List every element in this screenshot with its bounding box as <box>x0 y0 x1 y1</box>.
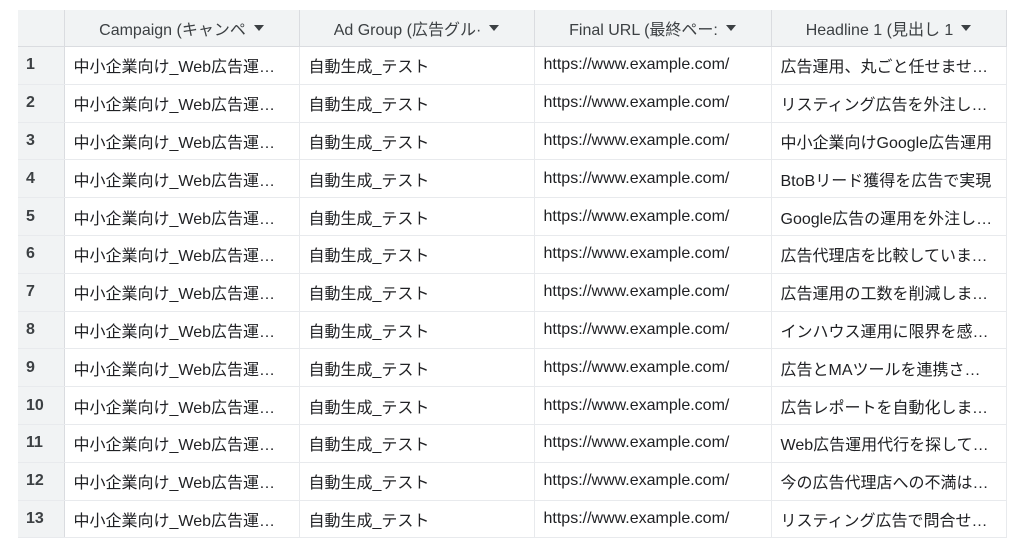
cell-headline-1[interactable]: 広告とMAツールを連携させよう <box>771 348 1007 388</box>
row-number[interactable]: 11 <box>18 424 65 463</box>
row-number[interactable]: 2 <box>18 84 65 123</box>
cell-final-url[interactable]: https://www.example.com/ <box>534 500 772 539</box>
row-number[interactable]: 13 <box>18 500 65 539</box>
table-row: 7 中小企業向け_Web広告運用代行 自動生成_テスト https://www.… <box>18 273 1007 312</box>
cell-final-url[interactable]: https://www.example.com/ <box>534 122 772 161</box>
cell-ad-group[interactable]: 自動生成_テスト <box>299 424 535 463</box>
cell-final-url[interactable]: https://www.example.com/ <box>534 386 772 425</box>
cell-campaign[interactable]: 中小企業向け_Web広告運用代行 <box>64 235 300 274</box>
cell-final-url[interactable]: https://www.example.com/ <box>534 46 772 85</box>
column-header-label: Ad Group (広告グル· <box>333 22 482 39</box>
cell-campaign[interactable]: 中小企業向け_Web広告運用代行 <box>64 424 300 463</box>
table-row: 12 中小企業向け_Web広告運用代行 自動生成_テスト https://www… <box>18 462 1007 501</box>
cell-final-url[interactable]: https://www.example.com/ <box>534 84 772 123</box>
cell-final-url[interactable]: https://www.example.com/ <box>534 235 772 274</box>
cell-campaign[interactable]: 中小企業向け_Web広告運用代行 <box>64 348 300 388</box>
cell-headline-1[interactable]: BtoBリード獲得を広告で実現 <box>771 159 1007 199</box>
row-number[interactable]: 8 <box>18 311 65 350</box>
cell-ad-group[interactable]: 自動生成_テスト <box>299 122 535 161</box>
cell-campaign[interactable]: 中小企業向け_Web広告運用代行 <box>64 462 300 501</box>
cell-headline-1[interactable]: 広告代理店を比較していませんか <box>771 235 1007 274</box>
cell-ad-group[interactable]: 自動生成_テスト <box>299 235 535 274</box>
row-number[interactable]: 10 <box>18 386 65 425</box>
table-row: 13 中小企業向け_Web広告運用代行 自動生成_テスト https://www… <box>18 500 1007 539</box>
cell-ad-group[interactable]: 自動生成_テスト <box>299 500 535 539</box>
cell-headline-1[interactable]: リスティング広告で問合せ増加 <box>771 500 1007 539</box>
table-row: 3 中小企業向け_Web広告運用代行 自動生成_テスト https://www.… <box>18 122 1007 161</box>
column-header-campaign[interactable]: Campaign (キャンペ <box>64 10 300 47</box>
cell-headline-1[interactable]: Web広告運用代行を探しているなら <box>771 424 1007 463</box>
column-header-label: Final URL (最終ペー: <box>569 22 718 39</box>
table-row: 6 中小企業向け_Web広告運用代行 自動生成_テスト https://www.… <box>18 235 1007 274</box>
cell-headline-1[interactable]: リスティング広告を外注しませんか <box>771 84 1007 123</box>
cell-headline-1[interactable]: 中小企業向けGoogle広告運用 <box>771 122 1007 161</box>
cell-ad-group[interactable]: 自動生成_テスト <box>299 386 535 425</box>
cell-ad-group[interactable]: 自動生成_テスト <box>299 273 535 312</box>
cell-ad-group[interactable]: 自動生成_テスト <box>299 462 535 501</box>
table-row: 4 中小企業向け_Web広告運用代行 自動生成_テスト https://www.… <box>18 159 1007 199</box>
dropdown-caret-icon[interactable] <box>489 25 500 31</box>
cell-campaign[interactable]: 中小企業向け_Web広告運用代行 <box>64 84 300 123</box>
table-row: 5 中小企業向け_Web広告運用代行 自動生成_テスト https://www.… <box>18 197 1007 236</box>
table-row: 1 中小企業向け_Web広告運用代行 自動生成_テスト https://www.… <box>18 46 1007 85</box>
cell-final-url[interactable]: https://www.example.com/ <box>534 197 772 236</box>
row-number[interactable]: 4 <box>18 159 65 199</box>
cell-campaign[interactable]: 中小企業向け_Web広告運用代行 <box>64 500 300 539</box>
dropdown-caret-icon[interactable] <box>725 25 736 31</box>
header-row: Campaign (キャンペ Ad Group (広告グル· Final URL… <box>18 10 1007 47</box>
cell-final-url[interactable]: https://www.example.com/ <box>534 424 772 463</box>
cell-headline-1[interactable]: インハウス運用に限界を感じたら <box>771 311 1007 350</box>
cell-final-url[interactable]: https://www.example.com/ <box>534 348 772 388</box>
row-number[interactable]: 6 <box>18 235 65 274</box>
cell-ad-group[interactable]: 自動生成_テスト <box>299 159 535 199</box>
cell-campaign[interactable]: 中小企業向け_Web広告運用代行 <box>64 386 300 425</box>
row-number[interactable]: 7 <box>18 273 65 312</box>
cell-final-url[interactable]: https://www.example.com/ <box>534 311 772 350</box>
column-header-label: Headline 1 (見出し 1 <box>805 22 954 39</box>
column-header-final-url[interactable]: Final URL (最終ペー: <box>534 10 772 47</box>
cell-campaign[interactable]: 中小企業向け_Web広告運用代行 <box>64 197 300 236</box>
cell-headline-1[interactable]: 広告レポートを自動化しませんか <box>771 386 1007 425</box>
table-row: 9 中小企業向け_Web広告運用代行 自動生成_テスト https://www.… <box>18 348 1007 388</box>
dropdown-caret-icon[interactable] <box>961 25 972 31</box>
cell-headline-1[interactable]: 広告運用、丸ごと任せませんか <box>771 46 1007 85</box>
cell-ad-group[interactable]: 自動生成_テスト <box>299 348 535 388</box>
row-number[interactable]: 3 <box>18 122 65 161</box>
table-row: 10 中小企業向け_Web広告運用代行 自動生成_テスト https://www… <box>18 386 1007 425</box>
cell-final-url[interactable]: https://www.example.com/ <box>534 159 772 199</box>
cell-campaign[interactable]: 中小企業向け_Web広告運用代行 <box>64 311 300 350</box>
column-header-headline-1[interactable]: Headline 1 (見出し 1 <box>771 10 1007 47</box>
cell-ad-group[interactable]: 自動生成_テスト <box>299 46 535 85</box>
cell-headline-1[interactable]: Google広告の運用を外注しよう <box>771 197 1007 236</box>
cell-campaign[interactable]: 中小企業向け_Web広告運用代行 <box>64 273 300 312</box>
cell-ad-group[interactable]: 自動生成_テスト <box>299 84 535 123</box>
cell-headline-1[interactable]: 今の広告代理店への不満はありませんか <box>771 462 1007 501</box>
cell-ad-group[interactable]: 自動生成_テスト <box>299 197 535 236</box>
row-number[interactable]: 12 <box>18 462 65 501</box>
cell-headline-1[interactable]: 広告運用の工数を削減しませんか <box>771 273 1007 312</box>
table-row: 11 中小企業向け_Web広告運用代行 自動生成_テスト https://www… <box>18 424 1007 463</box>
row-number[interactable]: 5 <box>18 197 65 236</box>
cell-campaign[interactable]: 中小企業向け_Web広告運用代行 <box>64 159 300 199</box>
column-header-ad-group[interactable]: Ad Group (広告グル· <box>299 10 535 47</box>
cell-ad-group[interactable]: 自動生成_テスト <box>299 311 535 350</box>
cell-final-url[interactable]: https://www.example.com/ <box>534 462 772 501</box>
column-header-label: Campaign (キャンペ <box>99 22 246 39</box>
row-number[interactable]: 1 <box>18 46 65 85</box>
cell-campaign[interactable]: 中小企業向け_Web広告運用代行 <box>64 46 300 85</box>
table-row: 2 中小企業向け_Web広告運用代行 自動生成_テスト https://www.… <box>18 84 1007 123</box>
cell-campaign[interactable]: 中小企業向け_Web広告運用代行 <box>64 122 300 161</box>
spreadsheet-grid: Campaign (キャンペ Ad Group (広告グル· Final URL… <box>18 10 1007 542</box>
dropdown-caret-icon[interactable] <box>253 25 264 31</box>
corner-cell[interactable] <box>18 10 65 47</box>
cell-final-url[interactable]: https://www.example.com/ <box>534 273 772 312</box>
row-number[interactable]: 9 <box>18 348 65 388</box>
table-row: 8 中小企業向け_Web広告運用代行 自動生成_テスト https://www.… <box>18 311 1007 350</box>
data-table: Campaign (キャンペ Ad Group (広告グル· Final URL… <box>18 10 1007 539</box>
